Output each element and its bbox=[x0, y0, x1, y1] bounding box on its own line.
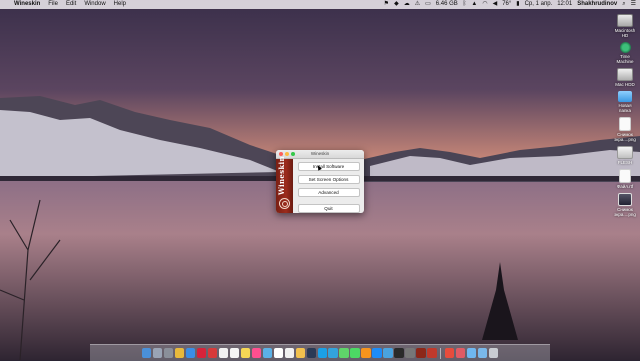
dock-calendar-date-icon[interactable] bbox=[273, 348, 283, 358]
desktop-icon-label: Новая папка bbox=[618, 103, 632, 113]
dock-reminders-icon[interactable] bbox=[218, 348, 229, 358]
volume-icon[interactable]: ◀ bbox=[493, 0, 498, 9]
dock-vivaldi-icon[interactable] bbox=[207, 348, 218, 358]
dock-preview-icon[interactable] bbox=[262, 348, 272, 358]
date-display[interactable]: Ср, 1 апр. bbox=[525, 0, 553, 9]
dock-photo-booth-icon[interactable] bbox=[427, 348, 437, 358]
dock-activity-monitor-icon[interactable] bbox=[405, 348, 415, 358]
temperature-status[interactable]: 76° bbox=[502, 0, 511, 9]
disk-status-icon[interactable]: ▭ bbox=[425, 0, 431, 9]
dock-telegram-icon[interactable] bbox=[328, 348, 338, 358]
dock-separator bbox=[440, 347, 442, 359]
zoom-window-button[interactable] bbox=[291, 152, 295, 156]
dock-launchpad-icon[interactable] bbox=[152, 348, 163, 358]
desktop-icon-macintosh-hd[interactable]: Macintosh HD bbox=[612, 14, 638, 38]
desktop-icon-label: Файл.rtf bbox=[616, 184, 634, 189]
dock-chrome-icon[interactable] bbox=[174, 348, 185, 358]
usb-drive-icon bbox=[617, 146, 633, 159]
wineskin-swirl-icon bbox=[279, 198, 290, 209]
dock-trash-icon[interactable] bbox=[488, 348, 499, 358]
desktop-icon-label: Time Machine bbox=[616, 54, 634, 64]
notification-center-icon[interactable]: ☰ bbox=[631, 0, 636, 9]
wineskin-window: Wineskin Wineskin Install Software Set S… bbox=[276, 150, 364, 213]
window-title: Wineskin bbox=[310, 151, 330, 156]
menu-edit[interactable]: Edit bbox=[66, 0, 76, 9]
desktop-icon-flesh[interactable]: FLESH bbox=[612, 146, 638, 165]
dock-stack-2-icon[interactable] bbox=[455, 348, 466, 358]
desktop-icon-label: Mac HDD bbox=[615, 82, 635, 87]
desktop-icon-rtf[interactable]: Файл.rtf bbox=[612, 169, 638, 189]
dropbox-icon[interactable]: ◆ bbox=[394, 0, 399, 9]
dock-notes-icon[interactable] bbox=[240, 348, 250, 358]
dock-safari-icon[interactable] bbox=[185, 348, 196, 358]
menu-app-name[interactable]: Wineskin bbox=[14, 0, 40, 9]
set-screen-options-button[interactable]: Set Screen Options bbox=[297, 175, 360, 184]
wifi-icon[interactable]: ◠ bbox=[482, 0, 487, 9]
dock-messages-icon[interactable] bbox=[339, 348, 349, 358]
dock-skype-icon[interactable] bbox=[317, 348, 327, 358]
dock-app-store-icon[interactable] bbox=[372, 348, 382, 358]
dock-wineskin-icon[interactable] bbox=[416, 348, 426, 358]
dock-itunes-icon[interactable] bbox=[251, 348, 261, 358]
spotlight-search-icon[interactable]: ⌕ bbox=[622, 0, 625, 9]
wineskin-logo-panel: Wineskin bbox=[276, 156, 293, 213]
dock-photos-icon[interactable] bbox=[295, 348, 305, 358]
desktop-icon-folder[interactable]: Новая папка bbox=[612, 91, 638, 113]
dock-opera-icon[interactable] bbox=[196, 348, 207, 358]
advanced-button[interactable]: Advanced bbox=[297, 188, 360, 197]
quit-button[interactable]: Quit bbox=[297, 204, 360, 213]
menu-help[interactable]: Help bbox=[114, 0, 126, 9]
user-name[interactable]: Shakhrudinov bbox=[577, 0, 617, 9]
dock-lightroom-icon[interactable] bbox=[306, 348, 316, 358]
desktop-icon-screenshot-2[interactable]: Снимок экра....png bbox=[612, 193, 638, 217]
desktop-icon-label: Снимок экра....png bbox=[614, 207, 636, 217]
menu-bar: Wineskin File Edit Window Help ⚑ ◆ ☁ ⚠ ▭… bbox=[0, 0, 640, 9]
dock-downloads-icon[interactable] bbox=[466, 348, 477, 358]
desktop-icon-time-machine[interactable]: Time Machine bbox=[612, 42, 638, 64]
dock-system-preferences-icon[interactable] bbox=[163, 348, 174, 358]
wineskin-brand-text: Wineskin bbox=[277, 156, 286, 195]
desktop-icon-label: Macintosh HD bbox=[614, 28, 636, 38]
dock-facetime-icon[interactable] bbox=[350, 348, 360, 358]
hard-drive-icon bbox=[617, 68, 633, 81]
storage-status[interactable]: 6.46 GB bbox=[436, 0, 458, 9]
image-file-icon bbox=[619, 117, 631, 131]
dock-stack-1-icon[interactable] bbox=[444, 348, 455, 358]
dock-finder-2-icon[interactable] bbox=[383, 348, 393, 358]
folder-icon bbox=[618, 91, 632, 102]
desktop-icon-screenshot-1[interactable]: Снимок экра....png bbox=[612, 117, 638, 142]
desktop-icon-label: FLESH bbox=[617, 160, 633, 165]
desktop-icons: Macintosh HD Time Machine Mac HDD Новая … bbox=[612, 14, 638, 221]
flag-icon[interactable]: ⚑ bbox=[384, 0, 389, 9]
document-file-icon bbox=[619, 169, 631, 183]
desktop-icon-label: Снимок экра....png bbox=[614, 132, 636, 142]
dock bbox=[90, 344, 550, 361]
dock-ibooks-icon[interactable] bbox=[361, 348, 371, 358]
dock-documents-icon[interactable] bbox=[477, 348, 488, 358]
airplay-icon[interactable]: ▲ bbox=[471, 0, 477, 9]
menu-window[interactable]: Window bbox=[84, 0, 105, 9]
internal-disk-icon bbox=[617, 14, 633, 27]
menu-file[interactable]: File bbox=[48, 0, 58, 9]
desktop-icon-mac-hdd[interactable]: Mac HDD bbox=[612, 68, 638, 87]
dock-terminal-icon[interactable] bbox=[394, 348, 404, 358]
dock-textedit-icon[interactable] bbox=[284, 348, 294, 358]
cloud-icon[interactable]: ☁ bbox=[404, 0, 410, 9]
install-software-button[interactable]: Install Software bbox=[297, 162, 360, 171]
time-machine-icon bbox=[619, 42, 631, 53]
bluetooth-icon[interactable]: ᛒ bbox=[463, 0, 467, 9]
image-thumbnail-icon bbox=[618, 193, 632, 206]
dock-finder-icon[interactable] bbox=[141, 348, 152, 358]
battery-icon[interactable]: ▮ bbox=[516, 0, 519, 9]
dock-calendar-icon[interactable] bbox=[229, 348, 240, 358]
window-titlebar[interactable]: Wineskin bbox=[276, 150, 364, 159]
alert-icon[interactable]: ⚠ bbox=[415, 0, 420, 9]
time-display[interactable]: 12:01 bbox=[557, 0, 572, 9]
